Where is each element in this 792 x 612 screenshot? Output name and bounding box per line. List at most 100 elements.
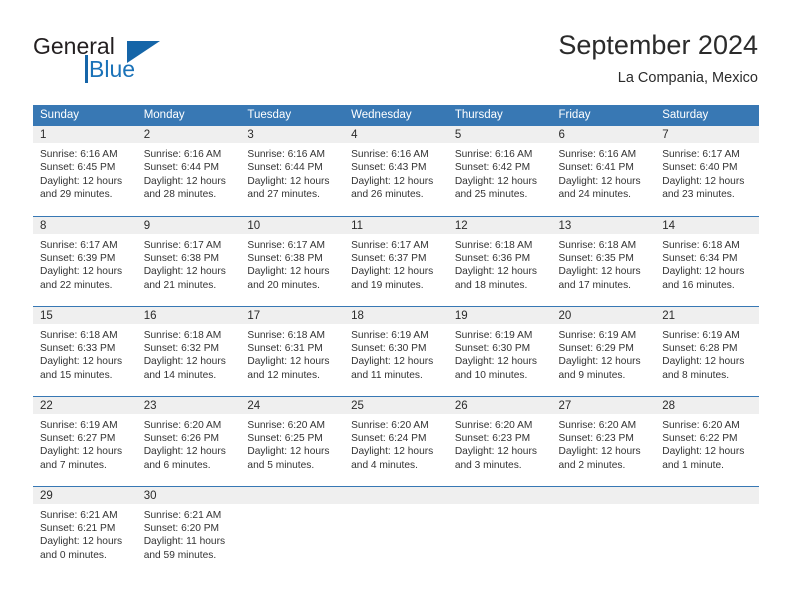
calendar-day-cell[interactable]: 12 Sunrise: 6:18 AM Sunset: 6:36 PM Dayl… xyxy=(447,215,552,306)
day-details: Sunrise: 6:16 AM Sunset: 6:43 PM Dayligh… xyxy=(344,143,448,202)
calendar-day-cell[interactable]: 6 Sunrise: 6:16 AM Sunset: 6:41 PM Dayli… xyxy=(551,126,656,216)
sunset-text: Sunset: 6:35 PM xyxy=(558,252,634,264)
calendar-day-cell[interactable]: 22 Sunrise: 6:19 AM Sunset: 6:27 PM Dayl… xyxy=(33,395,137,486)
day-number: 2 xyxy=(136,126,241,143)
sunset-text: Sunset: 6:36 PM xyxy=(454,252,531,264)
sunrise-text: Sunrise: 6:20 AM xyxy=(247,419,325,431)
calendar-day-cell[interactable]: 10 Sunrise: 6:17 AM Sunset: 6:38 PM Dayl… xyxy=(240,215,345,306)
sunset-text: Sunset: 6:41 PM xyxy=(558,162,634,174)
daylight-text: Daylight: 12 hours and 8 minutes. xyxy=(662,356,745,381)
calendar-day-cell[interactable]: 29 Sunrise: 6:21 AM Sunset: 6:21 PM Dayl… xyxy=(33,485,137,572)
day-number: 28 xyxy=(655,396,759,414)
sunset-text: Sunset: 6:31 PM xyxy=(247,342,323,354)
calendar-day-cell[interactable]: 24 Sunrise: 6:20 AM Sunset: 6:25 PM Dayl… xyxy=(240,395,345,486)
sunset-text: Sunset: 6:27 PM xyxy=(40,432,116,444)
calendar-week-row: 15 Sunrise: 6:18 AM Sunset: 6:33 PM Dayl… xyxy=(33,305,759,396)
sunset-text: Sunset: 6:37 PM xyxy=(351,252,427,264)
calendar-day-cell-empty xyxy=(240,485,345,572)
calendar-day-cell[interactable]: 3 Sunrise: 6:16 AM Sunset: 6:44 PM Dayli… xyxy=(240,126,345,216)
day-details: Sunrise: 6:20 AM Sunset: 6:24 PM Dayligh… xyxy=(344,414,448,473)
day-details: Sunrise: 6:16 AM Sunset: 6:42 PM Dayligh… xyxy=(448,143,552,202)
sunrise-text: Sunrise: 6:18 AM xyxy=(662,239,740,251)
sunset-text: Sunset: 6:45 PM xyxy=(40,162,116,174)
calendar-day-cell[interactable]: 17 Sunrise: 6:18 AM Sunset: 6:31 PM Dayl… xyxy=(240,305,345,396)
day-number: 12 xyxy=(447,216,552,234)
calendar-day-cell[interactable]: 9 Sunrise: 6:17 AM Sunset: 6:38 PM Dayli… xyxy=(136,215,241,306)
sunset-text: Sunset: 6:25 PM xyxy=(247,432,323,444)
calendar-day-cell[interactable]: 13 Sunrise: 6:18 AM Sunset: 6:35 PM Dayl… xyxy=(551,215,656,306)
sunrise-text: Sunrise: 6:17 AM xyxy=(247,239,325,251)
day-details: Sunrise: 6:19 AM Sunset: 6:28 PM Dayligh… xyxy=(655,324,759,383)
calendar-day-cell[interactable]: 16 Sunrise: 6:18 AM Sunset: 6:32 PM Dayl… xyxy=(136,305,241,396)
daylight-text: Daylight: 12 hours and 16 minutes. xyxy=(662,266,745,291)
sunset-text: Sunset: 6:44 PM xyxy=(143,162,220,174)
calendar-body: 1 Sunrise: 6:16 AM Sunset: 6:45 PM Dayli… xyxy=(33,126,759,572)
sunset-text: Sunset: 6:40 PM xyxy=(662,162,738,174)
weekday-header-thursday: Thursday xyxy=(447,105,552,126)
day-number: 25 xyxy=(344,396,448,414)
day-number xyxy=(344,486,448,504)
calendar-day-cell[interactable]: 27 Sunrise: 6:20 AM Sunset: 6:23 PM Dayl… xyxy=(551,395,656,486)
daylight-text: Daylight: 12 hours and 18 minutes. xyxy=(454,266,537,291)
calendar-day-cell[interactable]: 23 Sunrise: 6:20 AM Sunset: 6:26 PM Dayl… xyxy=(136,395,241,486)
sunset-text: Sunset: 6:22 PM xyxy=(662,432,738,444)
calendar-day-cell[interactable]: 25 Sunrise: 6:20 AM Sunset: 6:24 PM Dayl… xyxy=(344,395,448,486)
day-details: Sunrise: 6:18 AM Sunset: 6:35 PM Dayligh… xyxy=(552,234,656,293)
daylight-text: Daylight: 12 hours and 27 minutes. xyxy=(247,175,330,201)
calendar-day-cell[interactable]: 4 Sunrise: 6:16 AM Sunset: 6:43 PM Dayli… xyxy=(344,126,448,216)
day-number: 30 xyxy=(136,486,241,504)
day-details: Sunrise: 6:16 AM Sunset: 6:41 PM Dayligh… xyxy=(552,143,656,202)
day-details: Sunrise: 6:17 AM Sunset: 6:40 PM Dayligh… xyxy=(655,143,759,202)
calendar-day-cell[interactable]: 19 Sunrise: 6:19 AM Sunset: 6:30 PM Dayl… xyxy=(447,305,552,396)
day-number: 3 xyxy=(240,126,345,143)
calendar-day-cell[interactable]: 26 Sunrise: 6:20 AM Sunset: 6:23 PM Dayl… xyxy=(447,395,552,486)
sunset-text: Sunset: 6:20 PM xyxy=(143,522,220,534)
sunset-text: Sunset: 6:26 PM xyxy=(143,432,220,444)
calendar-day-cell[interactable]: 28 Sunrise: 6:20 AM Sunset: 6:22 PM Dayl… xyxy=(655,395,759,486)
weekday-header-row: Sunday Monday Tuesday Wednesday Thursday… xyxy=(33,105,759,126)
sunset-text: Sunset: 6:28 PM xyxy=(662,342,738,354)
title-block: September 2024 La Compania, Mexico xyxy=(558,28,758,88)
calendar-day-cell[interactable]: 21 Sunrise: 6:19 AM Sunset: 6:28 PM Dayl… xyxy=(655,305,759,396)
sunrise-text: Sunrise: 6:16 AM xyxy=(143,149,222,160)
brand-logo[interactable]: General Blue xyxy=(33,33,243,85)
sunset-text: Sunset: 6:44 PM xyxy=(247,162,323,174)
daylight-text: Daylight: 12 hours and 1 minute. xyxy=(662,446,745,471)
calendar-day-cell[interactable]: 30 Sunrise: 6:21 AM Sunset: 6:20 PM Dayl… xyxy=(136,485,241,572)
calendar-day-cell[interactable]: 8 Sunrise: 6:17 AM Sunset: 6:39 PM Dayli… xyxy=(33,215,137,306)
calendar-day-cell[interactable]: 7 Sunrise: 6:17 AM Sunset: 6:40 PM Dayli… xyxy=(655,126,759,216)
sunset-text: Sunset: 6:24 PM xyxy=(351,432,427,444)
calendar-week-row: 1 Sunrise: 6:16 AM Sunset: 6:45 PM Dayli… xyxy=(33,126,759,216)
sunrise-text: Sunrise: 6:18 AM xyxy=(247,329,325,341)
sunrise-text: Sunrise: 6:21 AM xyxy=(143,509,222,521)
calendar-day-cell[interactable]: 5 Sunrise: 6:16 AM Sunset: 6:42 PM Dayli… xyxy=(447,126,552,216)
sunrise-text: Sunrise: 6:17 AM xyxy=(351,239,429,251)
calendar-day-cell[interactable]: 15 Sunrise: 6:18 AM Sunset: 6:33 PM Dayl… xyxy=(33,305,137,396)
calendar-day-cell[interactable]: 18 Sunrise: 6:19 AM Sunset: 6:30 PM Dayl… xyxy=(344,305,448,396)
day-number: 22 xyxy=(33,396,137,414)
sunset-text: Sunset: 6:23 PM xyxy=(558,432,634,444)
sunset-text: Sunset: 6:42 PM xyxy=(454,162,531,174)
day-number: 15 xyxy=(33,306,137,324)
calendar-day-cell[interactable]: 14 Sunrise: 6:18 AM Sunset: 6:34 PM Dayl… xyxy=(655,215,759,306)
day-details: Sunrise: 6:17 AM Sunset: 6:38 PM Dayligh… xyxy=(240,234,344,293)
brand-divider-bar xyxy=(85,55,88,83)
daylight-text: Daylight: 12 hours and 19 minutes. xyxy=(351,266,434,291)
sunrise-text: Sunrise: 6:19 AM xyxy=(40,419,118,431)
sunrise-text: Sunrise: 6:18 AM xyxy=(558,239,637,251)
calendar-day-cell[interactable]: 1 Sunrise: 6:16 AM Sunset: 6:45 PM Dayli… xyxy=(33,126,137,216)
day-details: Sunrise: 6:20 AM Sunset: 6:23 PM Dayligh… xyxy=(552,414,656,473)
day-number: 11 xyxy=(344,216,448,234)
daylight-text: Daylight: 12 hours and 26 minutes. xyxy=(351,175,434,201)
daylight-text: Daylight: 12 hours and 22 minutes. xyxy=(40,266,123,291)
calendar-day-cell[interactable]: 11 Sunrise: 6:17 AM Sunset: 6:37 PM Dayl… xyxy=(344,215,448,306)
day-details: Sunrise: 6:20 AM Sunset: 6:26 PM Dayligh… xyxy=(137,414,241,473)
daylight-text: Daylight: 12 hours and 6 minutes. xyxy=(143,446,226,471)
sunrise-text: Sunrise: 6:20 AM xyxy=(143,419,222,431)
calendar-day-cell[interactable]: 20 Sunrise: 6:19 AM Sunset: 6:29 PM Dayl… xyxy=(551,305,656,396)
sunrise-text: Sunrise: 6:20 AM xyxy=(454,419,533,431)
calendar-day-cell[interactable]: 2 Sunrise: 6:16 AM Sunset: 6:44 PM Dayli… xyxy=(136,126,241,216)
day-details: Sunrise: 6:19 AM Sunset: 6:30 PM Dayligh… xyxy=(344,324,448,383)
day-number: 5 xyxy=(447,126,552,143)
sunrise-text: Sunrise: 6:17 AM xyxy=(143,239,222,251)
